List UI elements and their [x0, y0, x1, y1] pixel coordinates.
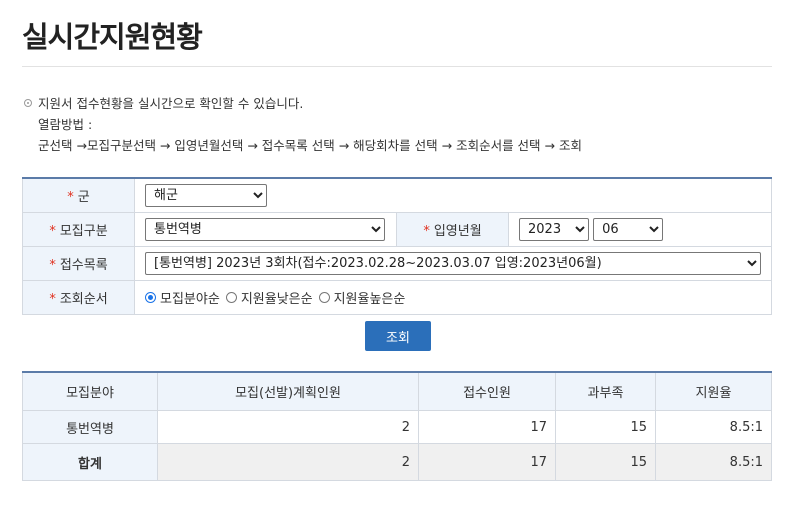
radio-unselected-icon[interactable] — [225, 292, 237, 303]
sort-option-ratio-high-label: 지원율높은순 — [333, 292, 406, 307]
required-mark: * — [423, 224, 430, 239]
branch-cell: 해군 — [134, 177, 772, 213]
sort-option-ratio-low-label: 지원율낮은순 — [240, 292, 313, 307]
sort-option-field-label: 모집분야순 — [160, 292, 220, 307]
recruit-type-label-cell: * 모집구분 — [22, 212, 135, 247]
total-label: 합계 — [22, 443, 158, 481]
info-line-2: 열람방법 : — [38, 117, 93, 132]
enlist-year-select[interactable]: 2023 — [519, 218, 589, 241]
header-ratio: 지원율 — [655, 371, 772, 411]
row-planned: 2 — [157, 410, 419, 444]
required-mark: * — [49, 224, 56, 239]
circle-bullet-icon — [24, 99, 32, 107]
sort-order-label: 조회순서 — [59, 292, 108, 307]
sort-option-ratio-low[interactable]: 지원율낮은순 — [225, 288, 313, 307]
sort-option-ratio-high[interactable]: 지원율높은순 — [318, 288, 406, 307]
info-box: 지원서 접수현황을 실시간으로 확인할 수 있습니다. 열람방법 : 군선택 →… — [24, 93, 582, 156]
radio-unselected-icon[interactable] — [318, 292, 330, 303]
sort-order-radio-group: 모집분야순 지원율낮은순 지원율높은순 — [145, 288, 761, 307]
header-planned: 모집(선발)계획인원 — [157, 371, 419, 411]
required-mark: * — [49, 258, 56, 273]
sort-order-label-cell: * 조회순서 — [22, 280, 135, 315]
required-mark: * — [49, 292, 56, 307]
row-field: 통번역병 — [22, 410, 158, 444]
header-field: 모집분야 — [22, 371, 158, 411]
application-list-label-cell: * 접수목록 — [22, 246, 135, 281]
row-ratio: 8.5:1 — [655, 410, 772, 444]
enlist-month-select[interactable]: 06 — [593, 218, 664, 241]
total-row: 합계 2 17 15 8.5:1 — [22, 443, 772, 481]
info-line-3: 군선택 →모집구분선택 → 입영년월선택 → 접수목록 선택 → 해당회차를 선… — [38, 138, 582, 153]
total-ratio: 8.5:1 — [655, 443, 772, 481]
total-surplus: 15 — [555, 443, 656, 481]
enlist-date-label-cell: * 입영년월 — [396, 212, 509, 247]
application-list-label: 접수목록 — [59, 258, 108, 273]
row-applied: 17 — [418, 410, 556, 444]
branch-label: 군 — [77, 190, 90, 205]
header-applied: 접수인원 — [418, 371, 556, 411]
radio-selected-icon[interactable] — [145, 292, 156, 303]
title-divider — [22, 66, 772, 67]
total-planned: 2 — [157, 443, 419, 481]
page-title: 실시간지원현황 — [22, 20, 203, 54]
info-line-1: 지원서 접수현황을 실시간으로 확인할 수 있습니다. — [38, 96, 304, 111]
header-surplus: 과부족 — [555, 371, 656, 411]
branch-select[interactable]: 해군 — [145, 184, 267, 207]
sort-order-cell: 모집분야순 지원율낮은순 지원율높은순 — [134, 280, 772, 315]
enlist-date-label: 입영년월 — [433, 224, 482, 239]
application-list-select[interactable]: [통번역병] 2023년 3회차(접수:2023.02.28~2023.03.0… — [145, 252, 761, 275]
required-mark: * — [67, 190, 74, 205]
recruit-type-select[interactable]: 통번역병 — [145, 218, 385, 241]
recruit-type-cell: 통번역병 — [134, 212, 397, 247]
enlist-date-cell: 2023 06 — [508, 212, 772, 247]
search-form: * 군 해군 * 모집구분 통번역병 * 입영년월 2023 06 * 접수목록… — [22, 177, 772, 315]
application-list-cell: [통번역병] 2023년 3회차(접수:2023.02.28~2023.03.0… — [134, 246, 772, 281]
results-header-row: 모집분야 모집(선발)계획인원 접수인원 과부족 지원율 — [22, 371, 772, 411]
table-row: 통번역병 2 17 15 8.5:1 — [22, 410, 772, 444]
sort-option-field[interactable]: 모집분야순 — [145, 288, 220, 307]
row-surplus: 15 — [555, 410, 656, 444]
branch-label-cell: * 군 — [22, 177, 135, 213]
recruit-type-label: 모집구분 — [59, 224, 108, 239]
search-button[interactable]: 조회 — [365, 321, 431, 351]
total-applied: 17 — [418, 443, 556, 481]
results-table: 모집분야 모집(선발)계획인원 접수인원 과부족 지원율 통번역병 2 17 1… — [22, 371, 772, 481]
